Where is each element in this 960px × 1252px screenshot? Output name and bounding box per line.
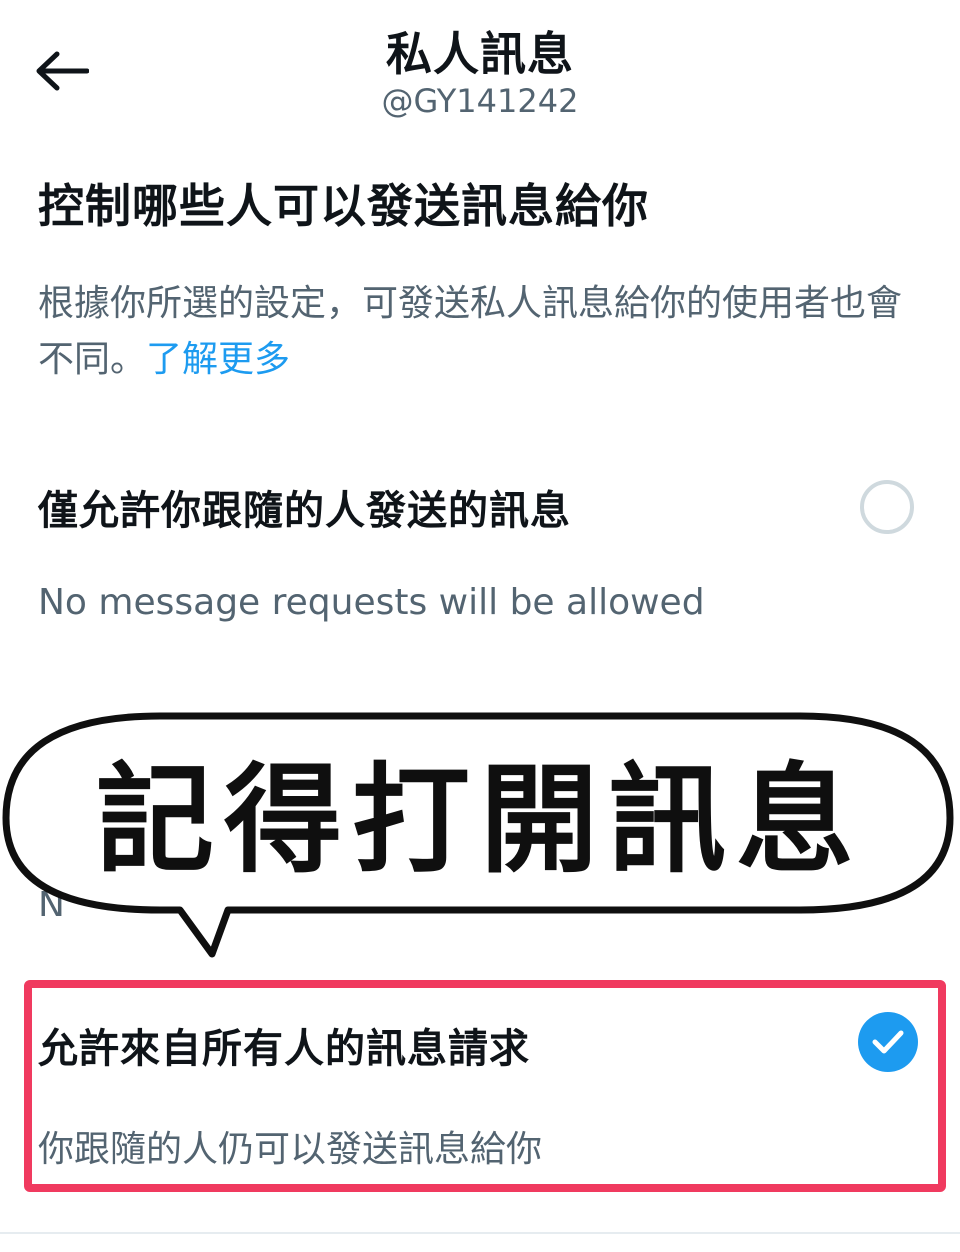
option-subtitle-everyone: 你跟隨的人仍可以發送訊息給你: [38, 1129, 543, 1170]
page-title: 私人訊息: [386, 27, 574, 81]
account-handle: @GY141242: [381, 82, 579, 120]
radio-followers-only[interactable]: [860, 480, 914, 534]
option-subtitle-followers-only: No message requests will be allowed: [38, 582, 705, 623]
option-title-followers-only[interactable]: 僅允許你跟隨的人發送的訊息: [38, 478, 571, 536]
annotation-text: 記得打開訊息: [95, 751, 864, 889]
radio-everyone[interactable]: [858, 1012, 918, 1072]
section-description: 根據你所選的設定，可發送私人訊息給你的使用者也會不同。了解更多: [38, 276, 918, 388]
option-title-everyone[interactable]: 允許來自所有人的訊息請求: [38, 1016, 530, 1074]
section-heading: 控制哪些人可以發送訊息給你: [38, 179, 649, 233]
divider: [0, 1232, 960, 1234]
learn-more-link[interactable]: 了解更多: [146, 339, 290, 380]
check-icon: [872, 1030, 904, 1054]
